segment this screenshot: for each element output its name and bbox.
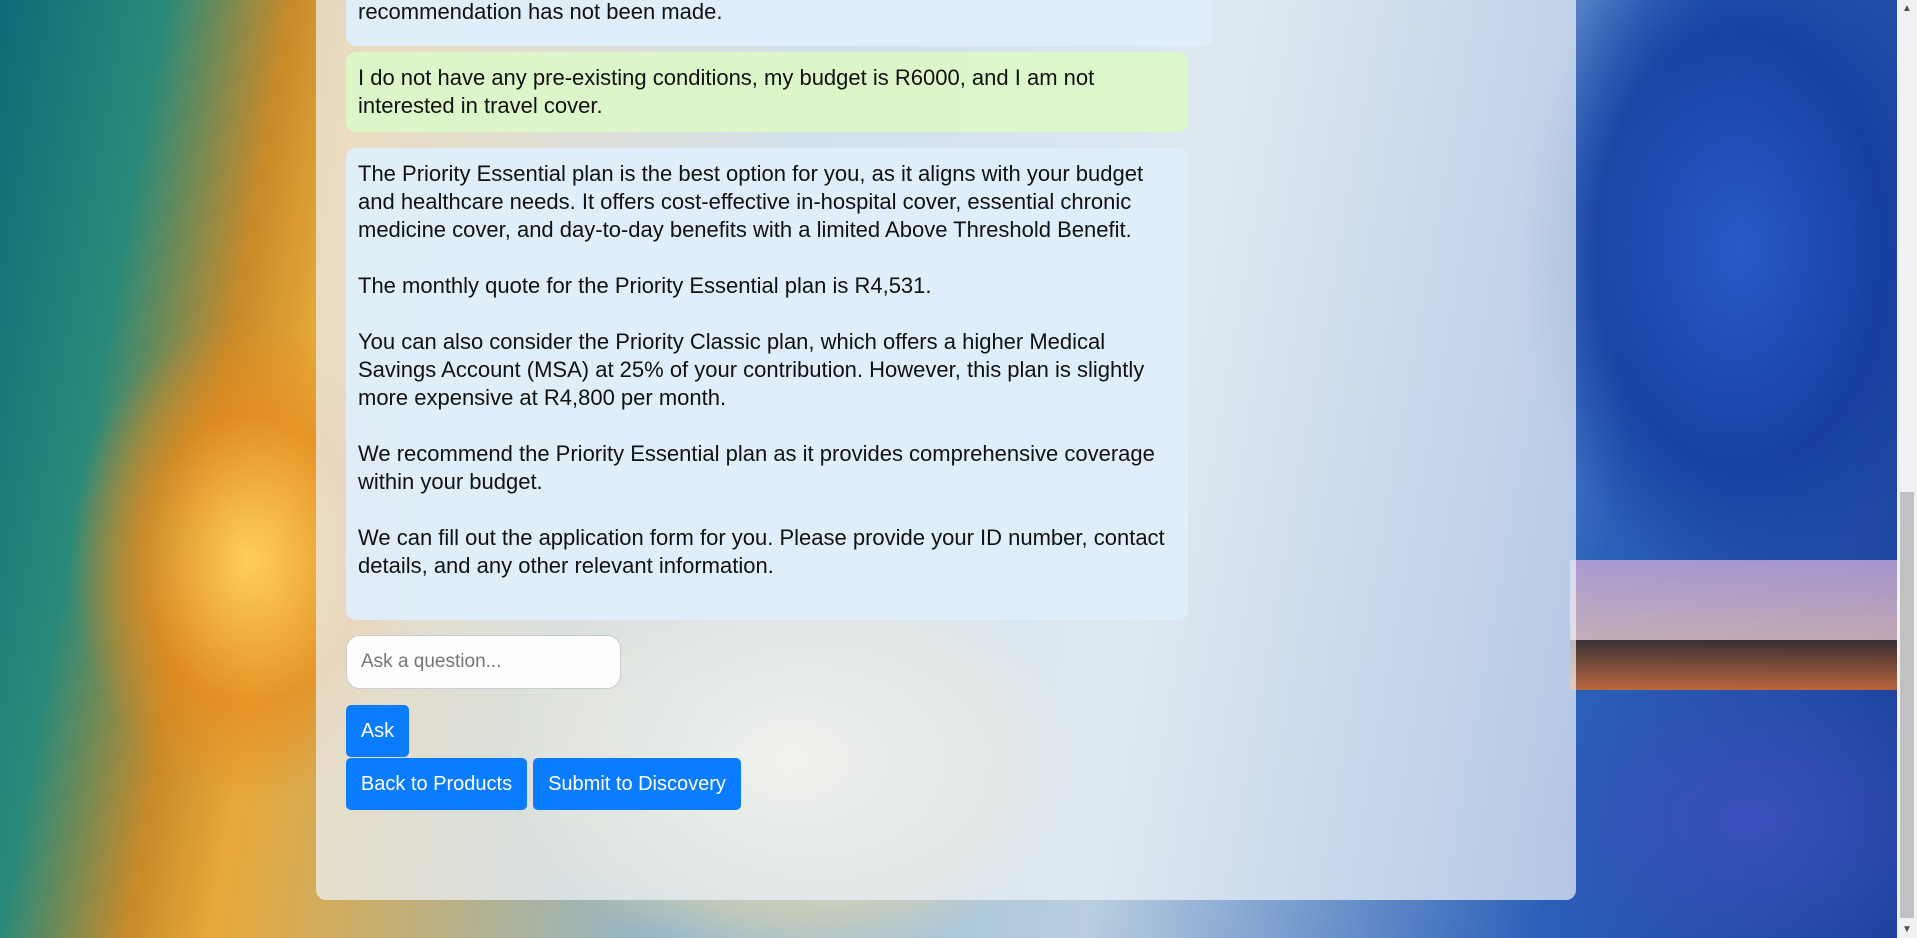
back-to-products-button[interactable]: Back to Products [346,758,527,810]
scroll-down-arrow-icon[interactable]: ▼ [1897,921,1917,938]
message-paragraph: You can also consider the Priority Class… [358,329,1151,410]
message-paragraph: recommendation has not been made. [358,0,723,24]
ask-button[interactable]: Ask [346,705,409,757]
scrollbar-thumb[interactable] [1900,492,1914,918]
user-message: I do not have any pre-existing condition… [346,52,1188,132]
background-horizon [1570,640,1900,690]
message-paragraph: The Priority Essential plan is the best … [358,161,1150,242]
bot-message: The Priority Essential plan is the best … [346,148,1188,620]
background-sunset-sky [1570,560,1900,640]
message-paragraph: The monthly quote for the Priority Essen… [358,273,932,298]
scroll-up-arrow-icon[interactable]: ▲ [1897,0,1917,17]
question-input[interactable] [346,635,621,689]
submit-to-discovery-button[interactable]: Submit to Discovery [533,758,741,810]
page-scrollbar[interactable]: ▲ ▼ [1897,0,1917,938]
bot-message: recommendation has not been made. [346,0,1212,46]
message-paragraph: We recommend the Priority Essential plan… [358,441,1161,494]
message-paragraph: We can fill out the application form for… [358,525,1171,578]
message-paragraph: I do not have any pre-existing condition… [358,65,1101,118]
